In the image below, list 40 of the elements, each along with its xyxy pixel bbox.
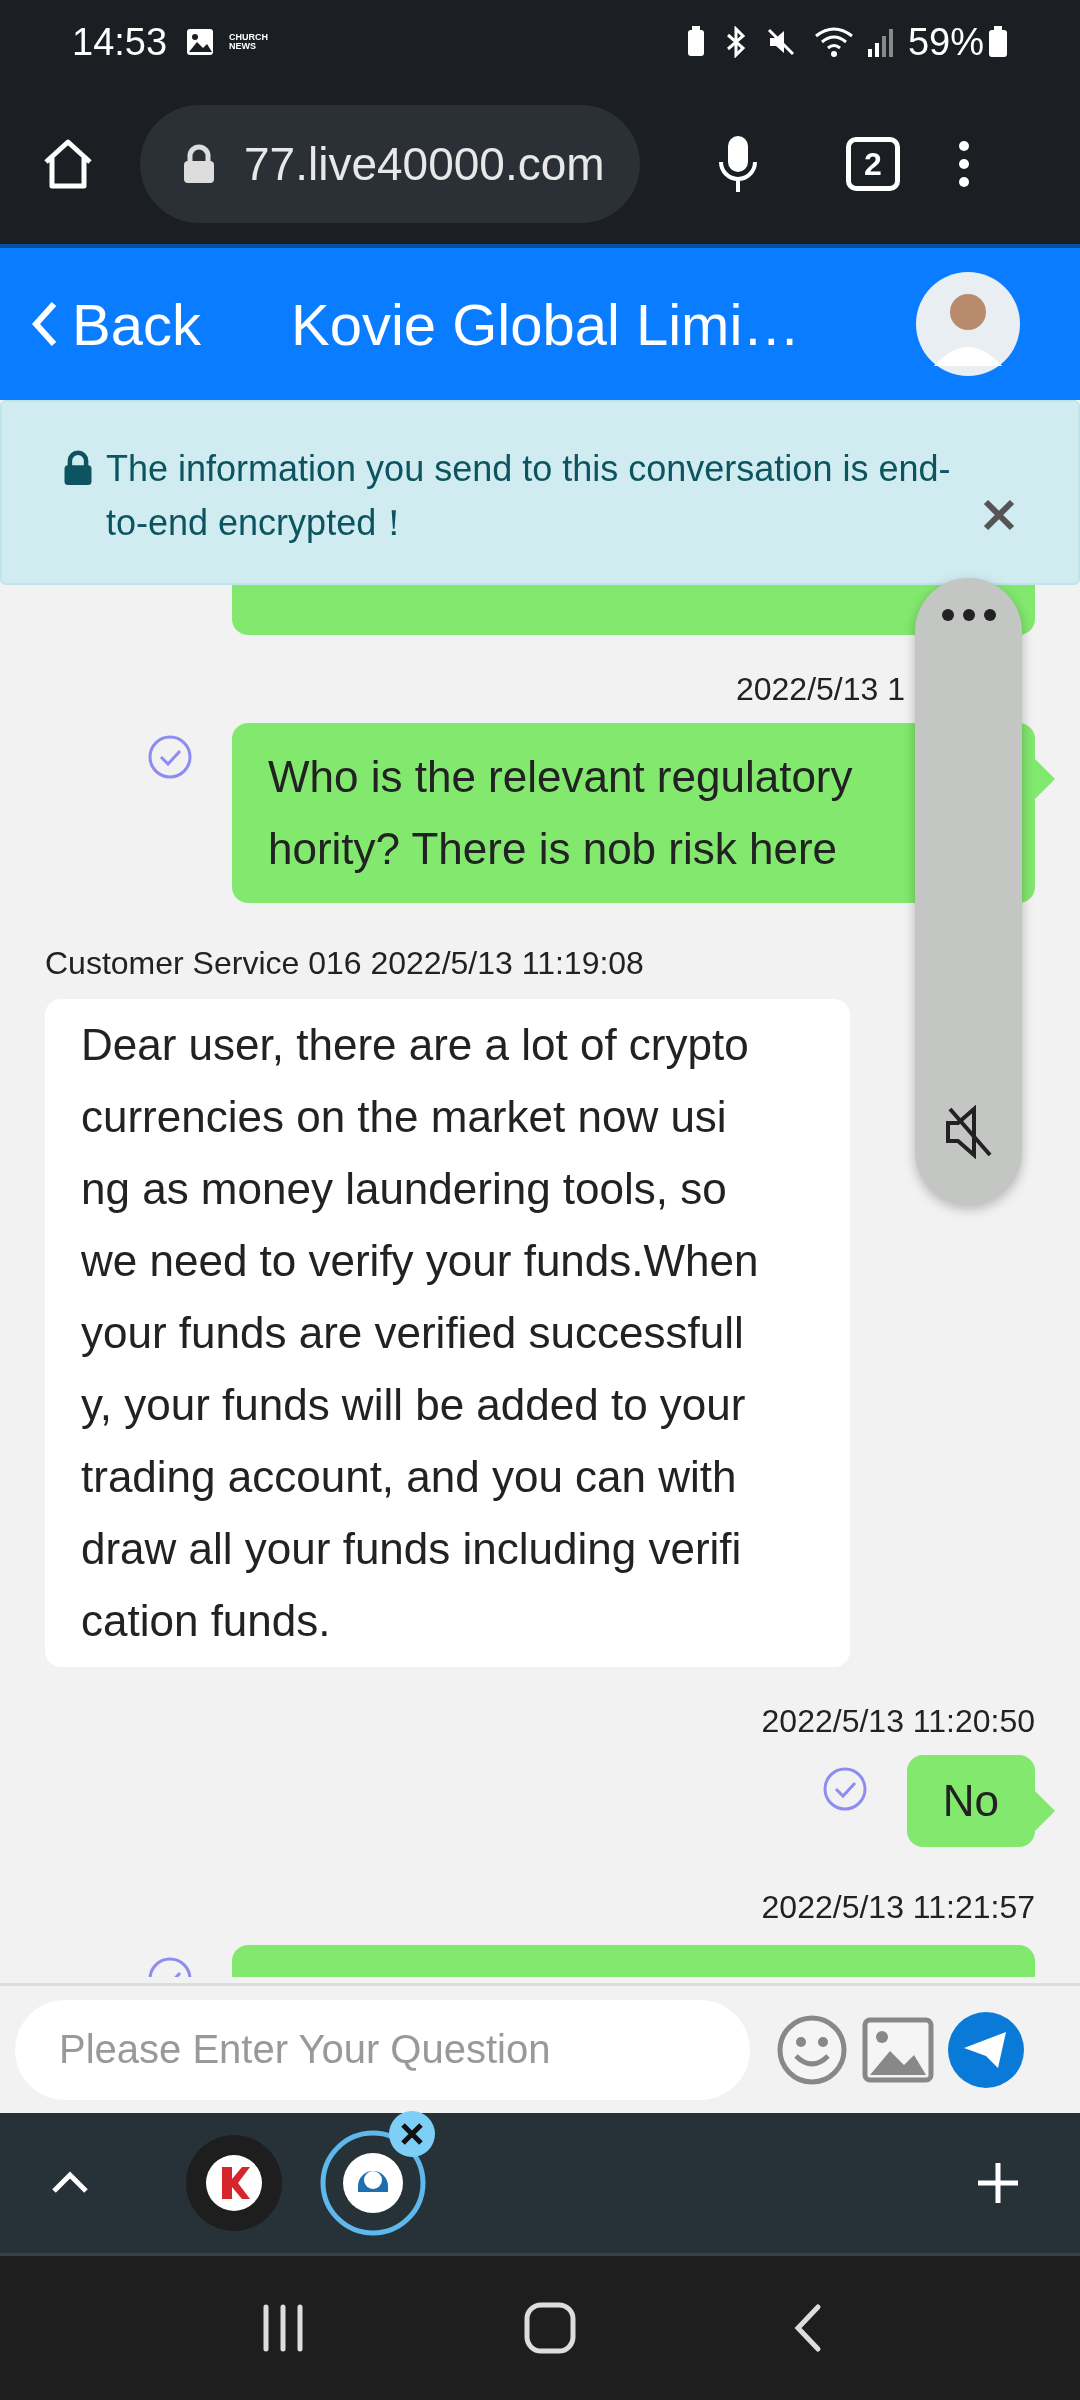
battery-saver-icon bbox=[685, 26, 706, 58]
close-icon[interactable] bbox=[388, 2110, 436, 2158]
message-bubble: Dear user, there are a lot of crypto currencies on the market now usi ng as money laundering tools, so we need to verify your funds.When your funds are verified successfull y, your funds will be added to your trading account, and you can with draw all your funds including verifi cation funds. bbox=[45, 999, 850, 1667]
lock-icon bbox=[62, 450, 94, 486]
microphone-icon[interactable] bbox=[718, 134, 758, 194]
mute-icon[interactable] bbox=[943, 1105, 994, 1159]
back-button[interactable]: Back bbox=[30, 280, 201, 368]
chevron-left-icon bbox=[30, 300, 58, 348]
close-icon[interactable] bbox=[982, 498, 1016, 532]
more-icon[interactable] bbox=[940, 608, 997, 622]
battery-percent: 59% bbox=[907, 19, 984, 65]
emoji-icon[interactable] bbox=[776, 2013, 848, 2086]
home-icon[interactable] bbox=[523, 2301, 577, 2355]
image-icon bbox=[185, 27, 216, 57]
battery-icon bbox=[988, 26, 1008, 58]
message-input[interactable]: Please Enter Your Question bbox=[15, 1999, 750, 2100]
chevron-up-icon[interactable] bbox=[50, 2171, 90, 2195]
image-icon[interactable] bbox=[862, 2016, 934, 2083]
send-icon[interactable] bbox=[948, 2011, 1024, 2088]
lock-icon bbox=[182, 144, 216, 184]
timestamp: 2022/5/13 11:20:50 bbox=[761, 1702, 1035, 1741]
url-bar[interactable]: 77.live40000.com bbox=[140, 105, 640, 223]
mute-icon bbox=[765, 27, 796, 57]
chat-title: Kovie Global Limi… bbox=[290, 290, 801, 359]
status-time: 14:53 bbox=[72, 19, 168, 65]
back-icon[interactable] bbox=[792, 2303, 823, 2353]
bubble-tail bbox=[1035, 759, 1055, 799]
url-text: 77.live40000.com bbox=[244, 136, 605, 192]
tab-count-button[interactable]: 2 bbox=[846, 137, 900, 191]
more-icon[interactable] bbox=[958, 140, 970, 188]
message-bubble: No bbox=[906, 1755, 1035, 1847]
app-bubble-icon[interactable] bbox=[186, 2135, 282, 2231]
notice-text: The information you send to this conversation is end-to-end encrypted！ bbox=[106, 447, 952, 545]
news-app-label: CHURCH NEWS bbox=[229, 33, 269, 51]
sender-label: Customer Service 016 2022/5/13 11:19:08 bbox=[45, 944, 644, 983]
bubble-tail bbox=[1035, 1791, 1055, 1831]
signal-icon bbox=[865, 27, 894, 57]
timestamp: 2022/5/13 1 bbox=[735, 670, 905, 709]
timestamp: 2022/5/13 11:21:57 bbox=[761, 1888, 1035, 1927]
plus-icon[interactable] bbox=[976, 2161, 1020, 2205]
